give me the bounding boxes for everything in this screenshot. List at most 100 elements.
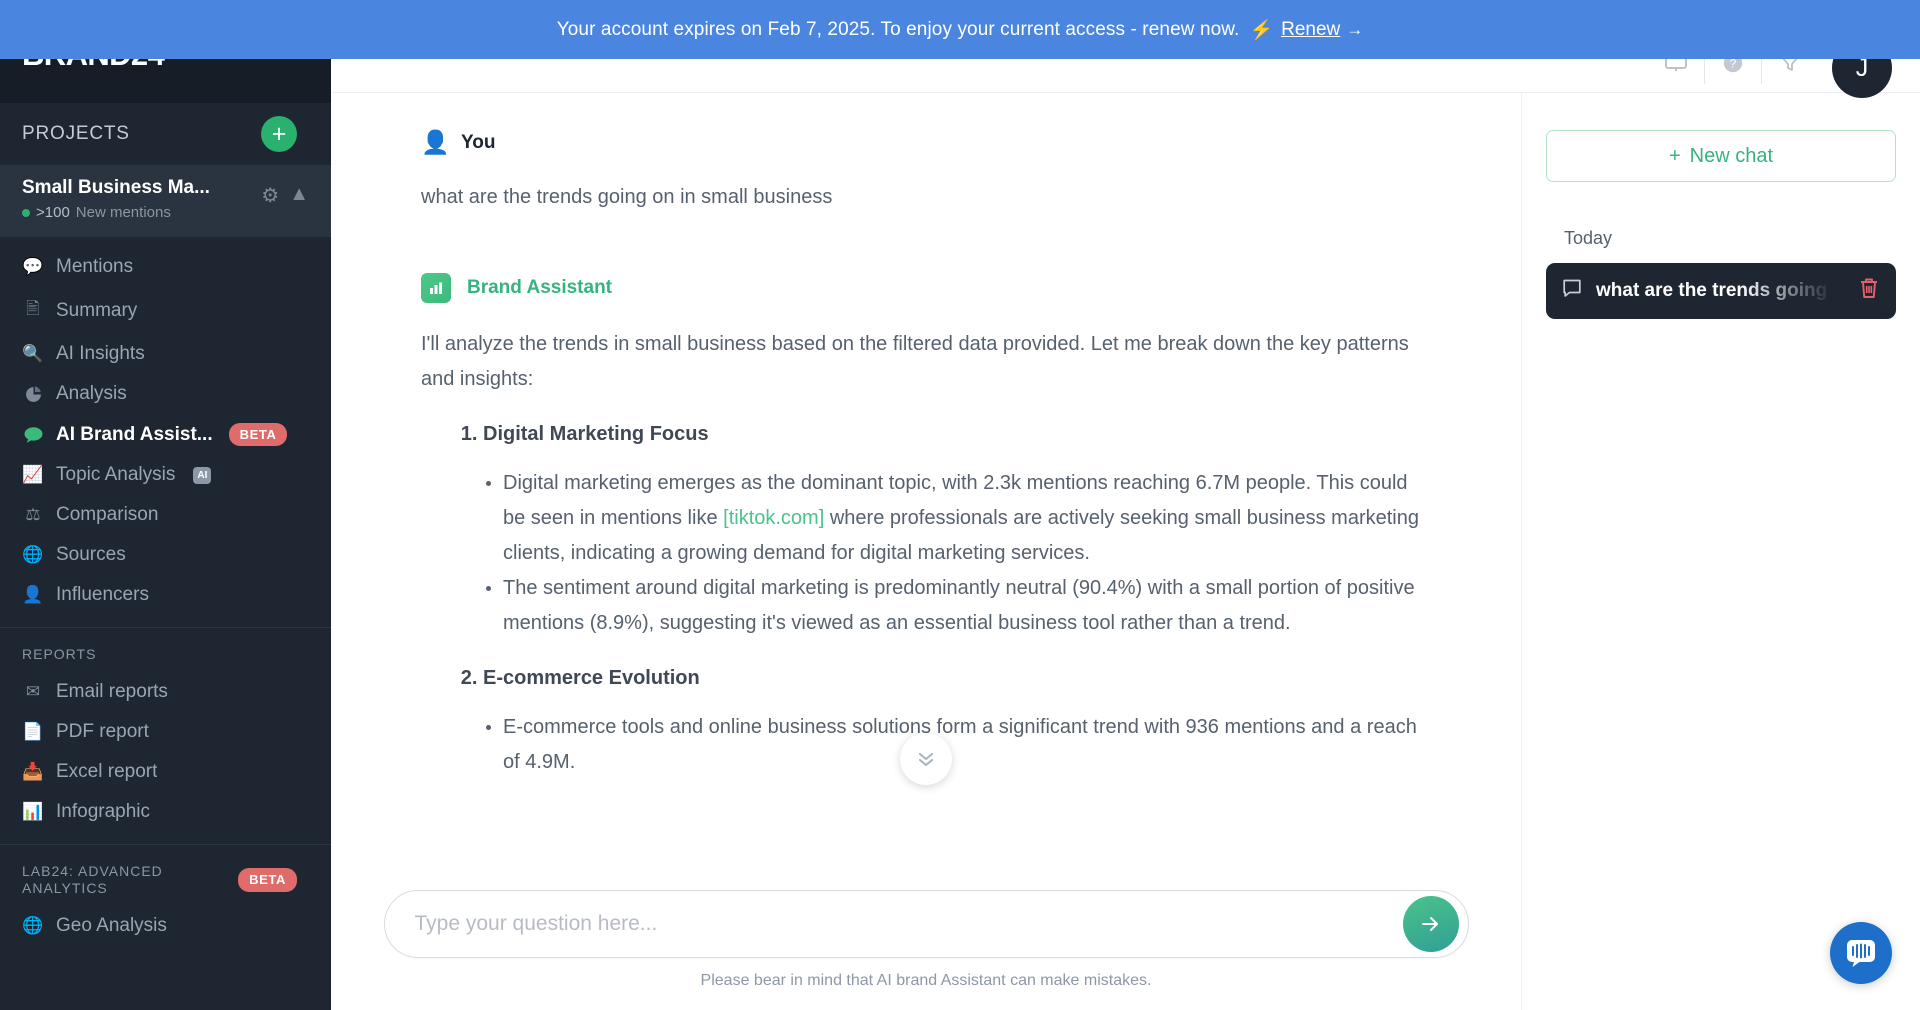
excel-download-icon: 📥 <box>22 762 44 782</box>
mention-link[interactable]: [tiktok.com] <box>723 507 824 529</box>
chat-bubble-icon <box>1562 279 1582 304</box>
gear-icon[interactable]: ⚙ <box>261 177 279 208</box>
assistant-intro-text: I'll analyze the trends in small busines… <box>421 327 1431 397</box>
lab-section-header: LAB24: ADVANCED ANALYTICS BETA <box>0 845 331 906</box>
sidebar-item-geo-analysis[interactable]: 🌐 Geo Analysis <box>0 906 331 946</box>
section-heading: E-commerce Evolution <box>483 667 1431 690</box>
lightning-bolt-icon: ⚡ <box>1249 18 1273 42</box>
bar-chart-icon <box>421 273 451 303</box>
sidebar-item-ai-insights[interactable]: 🔍 AI Insights <box>0 334 331 374</box>
sidebar-item-label: Comparison <box>56 504 158 526</box>
person-star-icon: 👤 <box>22 585 44 605</box>
active-project-row[interactable]: Small Business Ma... >100 New mentions ⚙… <box>0 165 331 237</box>
send-button[interactable] <box>1403 896 1459 952</box>
bullet-text-pre: E-commerce tools and online business sol… <box>503 716 1417 773</box>
scatter-chart-icon: 📈 <box>22 465 44 485</box>
sidebar-item-comparison[interactable]: ⚖ Comparison <box>0 495 331 535</box>
history-group-label: Today <box>1564 228 1896 249</box>
section-heading: Digital Marketing Focus <box>483 423 1431 446</box>
sidebar-item-label: Topic Analysis <box>56 464 175 486</box>
lab-nav: 🌐 Geo Analysis <box>0 906 331 946</box>
project-name: Small Business Ma... <box>22 177 251 199</box>
lab-section-title: LAB24: ADVANCED ANALYTICS <box>22 863 234 898</box>
sidebar-item-sources[interactable]: 🌐 Sources <box>0 535 331 575</box>
bar-chart-file-icon: 📊 <box>22 802 44 822</box>
globe-icon: 🌐 <box>22 545 44 565</box>
add-project-button[interactable]: + <box>261 116 297 152</box>
scales-icon: ⚖ <box>22 505 44 525</box>
bullet-text-pre: The sentiment around digital marketing i… <box>503 577 1415 634</box>
sidebar-item-label: Excel report <box>56 761 157 783</box>
history-item[interactable]: what are the trends going on in small bu… <box>1546 263 1896 319</box>
chat-bubble-green-icon <box>22 426 44 444</box>
sidebar-item-label: Sources <box>56 544 126 566</box>
sidebar-item-mentions[interactable]: 💬 Mentions <box>0 247 331 287</box>
sidebar-item-excel-report[interactable]: 📥 Excel report <box>0 752 331 792</box>
message-header: 👤 You <box>421 93 1431 156</box>
projects-header: PROJECTS + <box>0 103 331 165</box>
chevron-double-down-icon <box>914 748 938 770</box>
trash-icon[interactable] <box>1858 277 1880 306</box>
sidebar-item-label: Analysis <box>56 383 127 405</box>
mentions-label: New mentions <box>76 204 171 221</box>
chevron-up-icon[interactable]: ▲ <box>289 177 309 206</box>
status-dot-icon <box>22 209 30 217</box>
beta-badge: BETA <box>229 423 288 446</box>
scroll-fade-mask <box>331 838 1521 878</box>
send-icon <box>1420 913 1442 935</box>
account-expiry-banner: Your account expires on Feb 7, 2025. To … <box>0 0 1920 59</box>
sidebar-item-summary[interactable]: 🖹 Summary <box>0 287 331 334</box>
scroll-to-bottom-button[interactable] <box>900 733 952 785</box>
sidebar-item-label: AI Brand Assist... <box>56 424 213 446</box>
project-mentions: >100 New mentions <box>22 204 251 221</box>
magnifier-chart-icon: 🔍 <box>22 344 44 364</box>
sidebar-item-ai-brand-assistant[interactable]: AI Brand Assist... BETA <box>0 414 331 455</box>
sidebar-item-infographic[interactable]: 📊 Infographic <box>0 792 331 832</box>
sidebar-item-label: AI Insights <box>56 343 145 365</box>
banner-message: Your account expires on Feb 7, 2025. To … <box>557 19 1240 41</box>
chat-main: 👤 You what are the trends going on in sm… <box>331 93 1521 1010</box>
plus-icon: + <box>1669 145 1681 168</box>
primary-nav: 💬 Mentions 🖹 Summary 🔍 AI Insights Analy… <box>0 237 331 615</box>
pdf-file-icon: 📄 <box>22 722 44 742</box>
reports-section-title: REPORTS <box>0 628 331 672</box>
bullet-item: Digital marketing emerges as the dominan… <box>503 466 1431 571</box>
envelope-icon: ✉ <box>22 682 44 702</box>
chat-message-assistant: Brand Assistant I'll analyze the trends … <box>331 215 1521 780</box>
sidebar-item-analysis[interactable]: Analysis <box>0 374 331 414</box>
sidebar-item-pdf-report[interactable]: 📄 PDF report <box>0 712 331 752</box>
question-input[interactable] <box>415 912 1375 936</box>
sidebar-item-influencers[interactable]: 👤 Influencers <box>0 575 331 615</box>
sidebar-item-label: Summary <box>56 300 137 322</box>
composer: Please bear in mind that AI brand Assist… <box>331 878 1521 1010</box>
assistant-section-list-2: E-commerce Evolution <box>421 667 1431 690</box>
mentions-count: >100 <box>36 204 70 221</box>
person-icon: 👤 <box>421 129 445 156</box>
project-texts: Small Business Ma... >100 New mentions <box>22 177 251 221</box>
new-chat-label: New chat <box>1690 145 1773 168</box>
sidebar-item-label: Mentions <box>56 256 133 278</box>
sidebar-item-label: Influencers <box>56 584 149 606</box>
pie-chart-icon <box>22 386 44 403</box>
message-author: Brand Assistant <box>467 277 612 299</box>
chat-history-panel: + New chat Today what are the trends goi… <box>1521 93 1920 1010</box>
ai-chip-icon: AI <box>193 467 211 484</box>
document-icon: 🖹 <box>22 296 44 325</box>
sidebar-item-email-reports[interactable]: ✉ Email reports <box>0 672 331 712</box>
lab-beta-badge: BETA <box>238 868 297 892</box>
assistant-bullets-1: Digital marketing emerges as the dominan… <box>421 466 1431 641</box>
support-chat-button[interactable] <box>1830 922 1892 984</box>
renew-link[interactable]: Renew <box>1281 19 1340 41</box>
intercom-icon <box>1845 938 1877 968</box>
arrow-right-icon: → <box>1346 20 1363 40</box>
projects-label: PROJECTS <box>22 123 130 145</box>
bullet-item: E-commerce tools and online business sol… <box>503 710 1431 780</box>
sidebar-item-topic-analysis[interactable]: 📈 Topic Analysis AI <box>0 455 331 495</box>
user-message-text: what are the trends going on in small bu… <box>421 180 1431 215</box>
message-author: You <box>461 132 495 154</box>
sidebar-item-label: Geo Analysis <box>56 915 167 937</box>
assistant-section-list-1: Digital Marketing Focus <box>421 423 1431 446</box>
message-header: Brand Assistant <box>421 237 1431 303</box>
new-chat-button[interactable]: + New chat <box>1546 130 1896 182</box>
reports-nav: ✉ Email reports 📄 PDF report 📥 Excel rep… <box>0 672 331 832</box>
